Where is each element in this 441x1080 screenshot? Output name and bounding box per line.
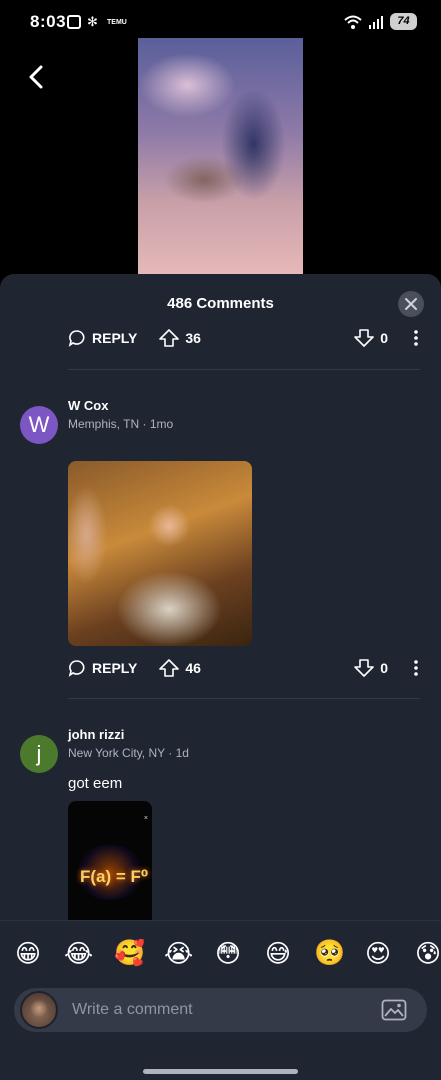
comments-count-title: 486 Comments [167, 295, 274, 312]
close-button[interactable] [398, 291, 424, 317]
sheet-header: 486 Comments [0, 274, 441, 332]
close-icon [405, 298, 417, 310]
comment-age: 1d [175, 746, 189, 760]
reply-label: REPLY [92, 330, 138, 346]
reply-button[interactable]: REPLY [68, 659, 137, 677]
downvote-count: 0 [380, 330, 388, 346]
comment-text: got eem [68, 775, 123, 792]
comment-author[interactable]: john rizzi [68, 727, 189, 742]
emoji-button[interactable]: 🥺 [314, 939, 345, 969]
vertical-dots-icon [414, 330, 418, 346]
vertical-dots-icon [414, 660, 418, 676]
status-system-icons: 74 [344, 13, 417, 30]
emoji-button[interactable]: 😁 [14, 939, 42, 969]
temu-icon: TEMU [107, 18, 127, 26]
reply-button[interactable]: REPLY [68, 329, 137, 347]
avatar[interactable]: j [20, 735, 58, 773]
downvote-button[interactable]: 0 [354, 329, 388, 347]
downvote-count: 0 [380, 660, 388, 676]
home-indicator[interactable] [143, 1069, 298, 1074]
screen: 8:03 ✻ TEMU 74 486 Comments REPLY 36 0 W… [0, 0, 441, 1080]
emoji-button[interactable]: 😂 [64, 939, 93, 969]
upvote-button[interactable]: 36 [159, 329, 201, 347]
comment-header: j john rizzi New York City, NY · 1d [20, 727, 189, 773]
upvote-count: 46 [185, 660, 201, 676]
more-options-button[interactable] [408, 330, 424, 346]
emoji-quick-bar: 😁 😂 🥰 😭 😳 😅 🥺 😍 😰 [14, 939, 441, 969]
speech-bubble-icon [68, 330, 85, 347]
comment-location-line: Memphis, TN · 1mo [68, 417, 173, 431]
avatar[interactable]: W [20, 406, 58, 444]
comment-header: W W Cox Memphis, TN · 1mo [20, 398, 173, 444]
emoji-button[interactable]: 🥰 [114, 939, 145, 969]
gif-close-mark: × [143, 815, 148, 822]
arrow-down-outline-icon [354, 329, 375, 347]
gif-caption: F(a) = F⁰ [80, 867, 149, 886]
upvote-count: 36 [185, 330, 201, 346]
upvote-button[interactable]: 46 [159, 659, 201, 677]
arrow-up-outline-icon [159, 329, 180, 347]
comment-location: New York City, NY [68, 746, 165, 760]
status-notification-icons: ✻ TEMU [67, 15, 127, 29]
comment-divider [68, 698, 420, 699]
comment-divider [68, 369, 420, 370]
emoji-button[interactable]: 😅 [264, 939, 292, 969]
downvote-button[interactable]: 0 [354, 659, 388, 677]
emoji-button[interactable]: 😰 [414, 939, 441, 969]
video-player[interactable] [138, 38, 303, 274]
signal-icon [369, 15, 383, 29]
comment-meta: W Cox Memphis, TN · 1mo [68, 398, 173, 431]
wifi-icon [344, 15, 362, 29]
battery-icon: 74 [390, 13, 417, 30]
comment-location: Memphis, TN [68, 417, 140, 431]
comment-author[interactable]: W Cox [68, 398, 173, 413]
speech-bubble-icon [68, 660, 85, 677]
emoji-button[interactable]: 😭 [164, 939, 193, 969]
emoji-button[interactable]: 😍 [364, 939, 392, 969]
reply-label: REPLY [92, 660, 138, 676]
back-button[interactable] [22, 62, 52, 92]
meta-separator: · [142, 417, 150, 431]
comment-input-box[interactable]: Write a comment [14, 988, 427, 1032]
arrow-down-outline-icon [354, 659, 375, 677]
status-time: 8:03 [30, 12, 67, 31]
screenshot-icon [67, 15, 81, 29]
comment-action-row: REPLY 36 0 [68, 325, 424, 351]
emoji-button[interactable]: 😳 [214, 939, 242, 969]
more-options-button[interactable] [408, 660, 424, 676]
arrow-up-outline-icon [159, 659, 180, 677]
comment-gif-image[interactable] [68, 461, 252, 646]
chevron-left-icon [29, 65, 43, 89]
image-icon[interactable] [381, 999, 407, 1021]
comment-location-line: New York City, NY · 1d [68, 746, 189, 760]
comment-input-placeholder[interactable]: Write a comment [72, 1001, 193, 1019]
comment-action-row: REPLY 46 0 [68, 655, 424, 681]
meta-separator: · [168, 746, 176, 760]
current-user-avatar [20, 991, 58, 1029]
comment-gif-image[interactable]: F(a) = F⁰ × [68, 801, 152, 921]
comment-composer-bar: 😁 😂 🥰 😭 😳 😅 🥺 😍 😰 Write a comment [0, 920, 441, 1080]
comment-meta: john rizzi New York City, NY · 1d [68, 727, 189, 760]
snowflake-icon: ✻ [87, 14, 98, 29]
comment-age: 1mo [149, 417, 174, 431]
